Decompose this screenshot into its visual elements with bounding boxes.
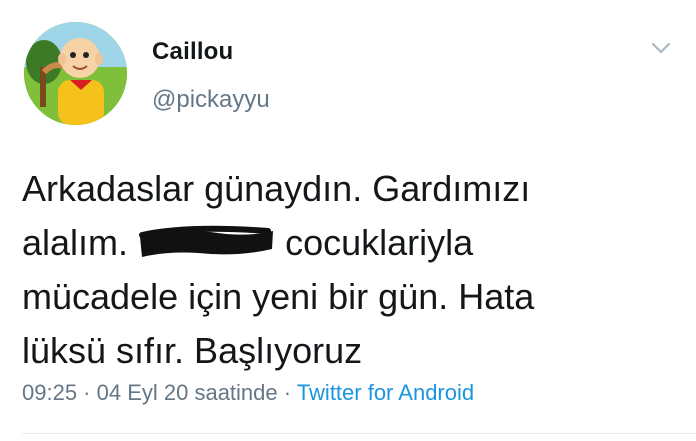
tweet-card: Caillou @pickayyu Arkadaslar günaydın. G… xyxy=(0,0,696,441)
tweet-date[interactable]: 04 Eyl 20 saatinde xyxy=(97,380,278,405)
tweet-text-line: Arkadaslar günaydın. Gardımızı xyxy=(22,168,531,209)
meta-separator: · xyxy=(77,380,97,405)
user-handle[interactable]: @pickayyu xyxy=(152,86,270,114)
tweet-text: Arkadaslar günaydın. Gardımızı alalım. c… xyxy=(22,162,682,378)
tweet-text-fragment: alalım. xyxy=(22,222,129,263)
redaction-scribble xyxy=(138,225,275,259)
tweet-meta: 09:25 · 04 Eyl 20 saatinde · Twitter for… xyxy=(22,380,474,406)
tweet-time[interactable]: 09:25 xyxy=(22,380,77,405)
tweet-text-line: alalım. cocuklariyla xyxy=(22,216,682,270)
chevron-down-icon[interactable] xyxy=(650,40,672,56)
display-name[interactable]: Caillou xyxy=(152,38,233,66)
meta-separator: · xyxy=(277,380,297,405)
tweet-source-link[interactable]: Twitter for Android xyxy=(297,380,474,405)
tweet-text-line: mücadele için yeni bir gün. Hata xyxy=(22,276,535,317)
profile-avatar[interactable] xyxy=(24,22,127,125)
tweet-text-fragment: cocuklariyla xyxy=(285,222,474,263)
divider xyxy=(22,433,696,434)
tweet-text-line: lüksü sıfır. Başlıyoruz xyxy=(22,330,363,371)
